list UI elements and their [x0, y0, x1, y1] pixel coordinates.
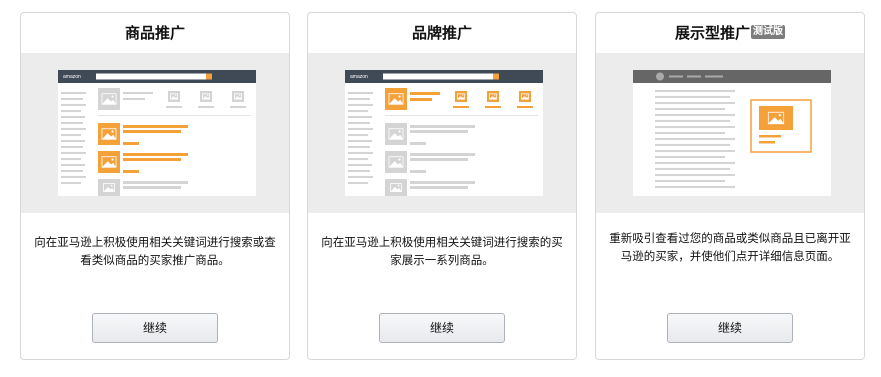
- display-ad-mockup: [633, 70, 831, 196]
- card-sponsored-display: 展示型推广 测试版 重新吸引查看过您的商品或类似商品且已离开亚马逊的买家，并使他…: [595, 12, 865, 360]
- search-results-mockup: amazon: [58, 70, 256, 196]
- card-title: 展示型推广 测试版: [596, 13, 864, 53]
- ad-type-cards: 商品推广 amazon 向在亚马逊上积极使用相关关键词进行搜索或查看类似商品的买…: [0, 0, 881, 377]
- card-description: 向在亚马逊上积极使用相关关键词进行搜索或查看类似商品的买家推广商品。: [34, 235, 276, 267]
- card-sponsored-products: 商品推广 amazon 向在亚马逊上积极使用相关关键词进行搜索或查看类似商品的买…: [20, 12, 290, 360]
- card-title: 品牌推广: [411, 24, 472, 42]
- continue-button[interactable]: 继续: [92, 313, 218, 343]
- sponsored-brands-illustration: amazon: [308, 53, 576, 213]
- sponsored-products-illustration: amazon: [21, 53, 289, 213]
- continue-button[interactable]: 继续: [667, 313, 793, 343]
- card-description: 重新吸引查看过您的商品或类似商品且已离开亚马逊的买家，并使他们点开详细信息页面。: [609, 231, 851, 263]
- sponsored-display-illustration: [596, 53, 864, 213]
- continue-button[interactable]: 继续: [379, 313, 505, 343]
- card-title: 商品推广: [124, 24, 185, 42]
- amazon-logo-text: amazon: [350, 74, 368, 80]
- brand-banner-mockup: amazon: [345, 70, 543, 196]
- card-title-text: 展示型推广: [674, 24, 750, 42]
- amazon-logo-text: amazon: [63, 74, 81, 80]
- card-sponsored-brands: 品牌推广 amazon 向在亚马逊上积极使用相关关键词进行搜索的买家展示一系列商…: [307, 12, 577, 360]
- card-description: 向在亚马逊上积极使用相关关键词进行搜索的买家展示一系列商品。: [321, 235, 563, 267]
- beta-badge: 测试版: [751, 25, 785, 39]
